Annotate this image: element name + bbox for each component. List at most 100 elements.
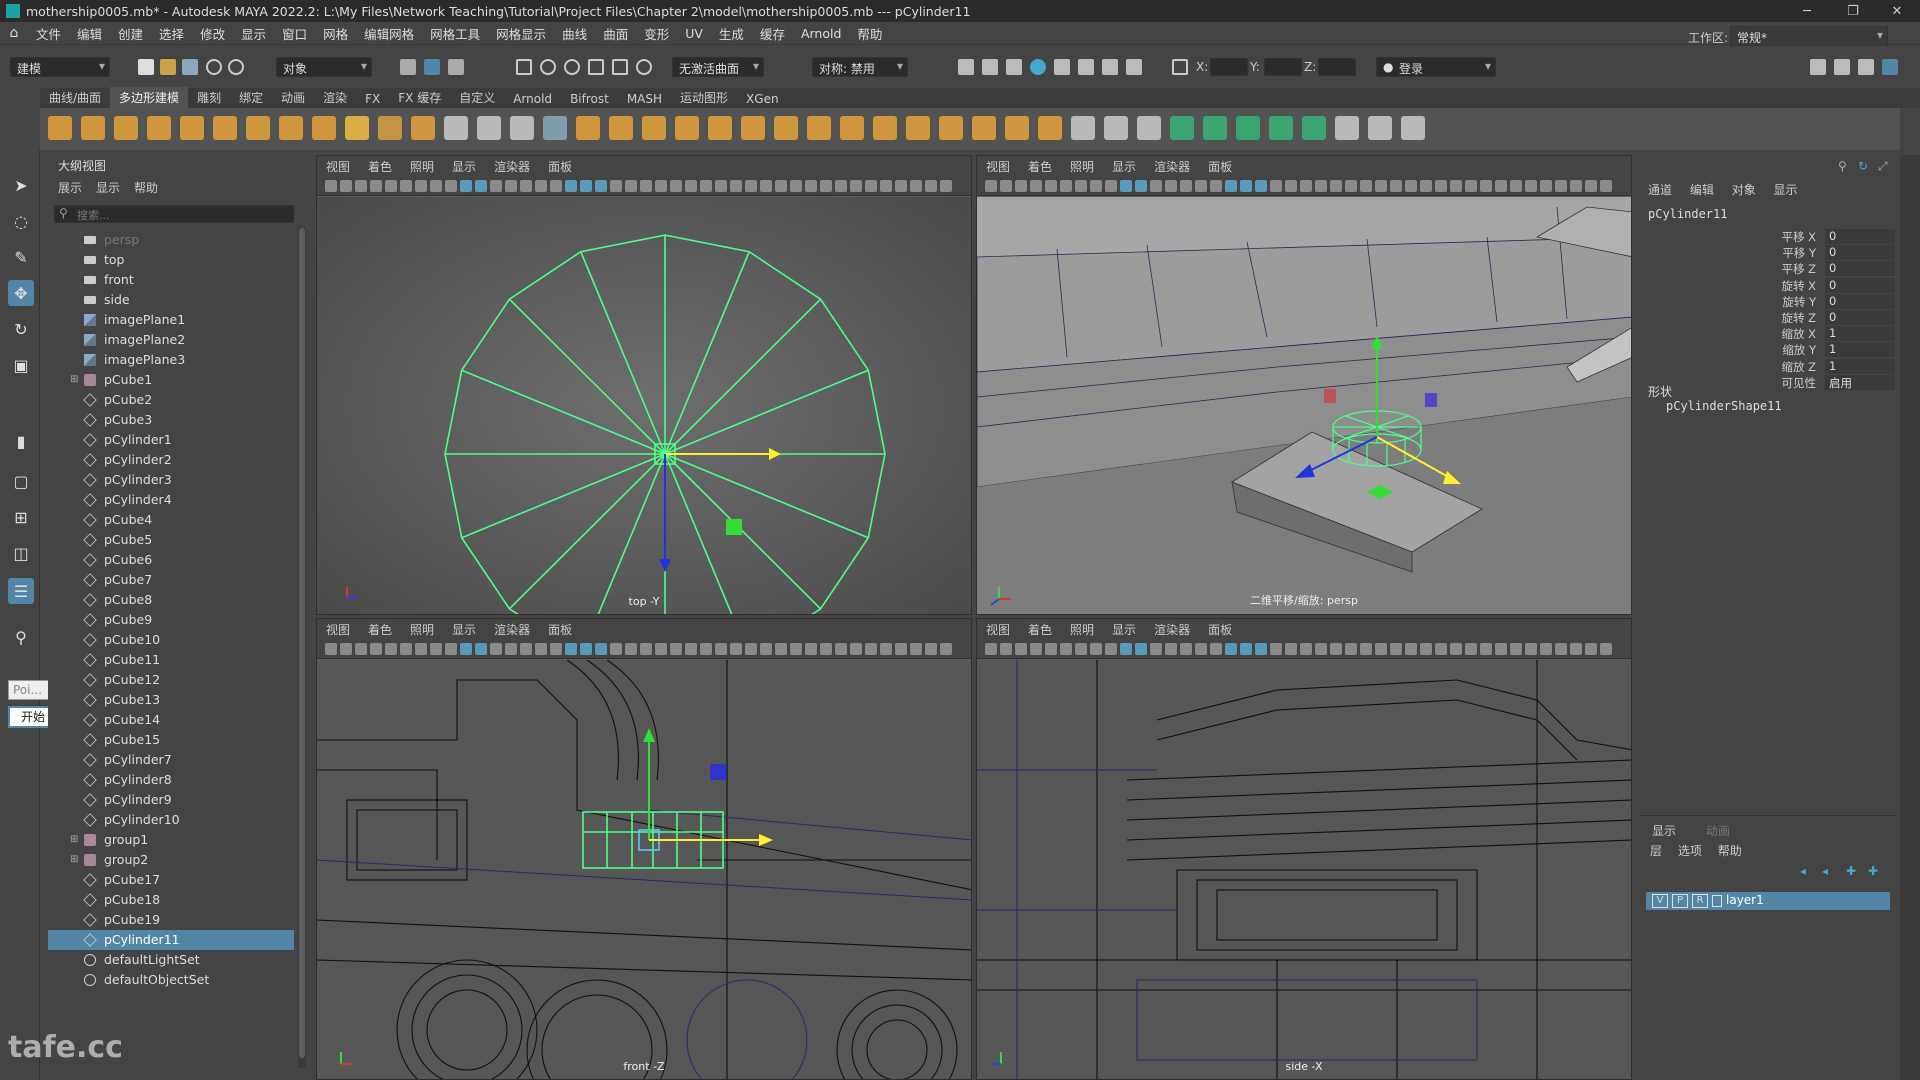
outliner-item[interactable]: ⊞ group1: [48, 830, 294, 850]
redo-icon[interactable]: [228, 59, 244, 75]
four-view-layout-icon[interactable]: ⊞: [8, 504, 34, 530]
snap-view-plane-icon[interactable]: [588, 59, 604, 75]
layer-color-icon[interactable]: [1712, 895, 1722, 907]
viewport-tool-icon[interactable]: [1210, 643, 1222, 655]
home-icon[interactable]: ⌂: [0, 25, 28, 41]
viewport-tool-icon[interactable]: [730, 643, 742, 655]
attribute-value[interactable]: 1: [1825, 342, 1895, 358]
viewport-tool-icon[interactable]: [1135, 180, 1147, 192]
viewport-tool-icon[interactable]: [460, 643, 472, 655]
viewport-tool-icon[interactable]: [835, 643, 847, 655]
shelf-tool-icon[interactable]: [807, 116, 831, 140]
viewport-tool-icon[interactable]: [1390, 180, 1402, 192]
shelf-tool-icon[interactable]: [477, 116, 501, 140]
shelf-tool-icon[interactable]: [444, 116, 468, 140]
outliner-item[interactable]: pCube14: [48, 710, 294, 730]
outliner-item[interactable]: front: [48, 270, 294, 290]
vp-menu-renderer[interactable]: 渲染器: [1145, 621, 1199, 638]
viewport-tool-icon[interactable]: [700, 643, 712, 655]
attribute-row[interactable]: 缩放 Z 1: [1640, 358, 1896, 375]
viewport-tool-icon[interactable]: [1345, 643, 1357, 655]
shelf-tool-icon[interactable]: [906, 116, 930, 140]
viewport-tool-icon[interactable]: [1120, 643, 1132, 655]
outliner-item[interactable]: pCylinder4: [48, 490, 294, 510]
menu-item-8[interactable]: 编辑网格: [356, 24, 422, 43]
expand-icon[interactable]: ⊞: [70, 830, 78, 850]
snap-surface-icon[interactable]: [636, 59, 652, 75]
vp-menu-lighting[interactable]: 照明: [401, 621, 443, 638]
channel-box-icon[interactable]: [1882, 59, 1898, 75]
menu-set-dropdown[interactable]: 建模: [10, 57, 110, 77]
graph-icon[interactable]: ▮: [8, 428, 34, 454]
menu-item-7[interactable]: 网格: [315, 24, 356, 43]
viewport-tool-icon[interactable]: [1240, 180, 1252, 192]
menu-item-11[interactable]: 曲线: [554, 24, 595, 43]
viewport-tool-icon[interactable]: [385, 643, 397, 655]
viewport-tool-icon[interactable]: [1360, 180, 1372, 192]
shelf-tool-icon[interactable]: [741, 116, 765, 140]
snap-grid-icon[interactable]: [516, 59, 532, 75]
viewport-tool-icon[interactable]: [835, 180, 847, 192]
cb-menu-edit[interactable]: 编辑: [1690, 183, 1714, 197]
save-scene-icon[interactable]: [182, 59, 198, 75]
shelf-tab-0[interactable]: 曲线/曲面: [40, 87, 110, 108]
attribute-row[interactable]: 旋转 X 0: [1640, 277, 1896, 294]
front-view-canvas[interactable]: [317, 660, 972, 1080]
menu-item-4[interactable]: 修改: [192, 24, 233, 43]
outliner-item[interactable]: pCube2: [48, 390, 294, 410]
viewport-tool-icon[interactable]: [625, 643, 637, 655]
viewport-tool-icon[interactable]: [520, 180, 532, 192]
shelf-tab-7[interactable]: FX 缓存: [389, 87, 450, 108]
viewport-tool-icon[interactable]: [1015, 643, 1027, 655]
menu-item-1[interactable]: 编辑: [69, 24, 110, 43]
render-settings-icon[interactable]: [1030, 59, 1046, 75]
undo-icon[interactable]: [206, 59, 222, 75]
viewport-tool-icon[interactable]: [430, 643, 442, 655]
attribute-editor-icon[interactable]: [1834, 59, 1850, 75]
transform-mode-icon[interactable]: [1172, 59, 1188, 75]
select-hierarchy-icon[interactable]: [400, 59, 416, 75]
shelf-tab-6[interactable]: FX: [356, 90, 389, 108]
vp-menu-shading[interactable]: 着色: [1019, 621, 1061, 638]
modeling-toolkit-icon[interactable]: [1810, 59, 1826, 75]
shape-node-name[interactable]: pCylinderShape11: [1666, 399, 1782, 413]
viewport-tool-icon[interactable]: [745, 643, 757, 655]
viewport-tool-icon[interactable]: [700, 180, 712, 192]
viewport-tool-icon[interactable]: [790, 180, 802, 192]
viewport-tool-icon[interactable]: [1315, 643, 1327, 655]
viewport-tool-icon[interactable]: [1540, 180, 1552, 192]
menu-item-0[interactable]: 文件: [28, 24, 69, 43]
menu-item-3[interactable]: 选择: [151, 24, 192, 43]
shelf-tool-icon[interactable]: [1236, 116, 1260, 140]
viewport-tool-icon[interactable]: [1060, 180, 1072, 192]
menu-item-2[interactable]: 创建: [110, 24, 151, 43]
viewport-tool-icon[interactable]: [925, 180, 937, 192]
viewport-tool-icon[interactable]: [1165, 643, 1177, 655]
symmetry-dropdown[interactable]: 对称: 禁用: [812, 57, 908, 77]
viewport-tool-icon[interactable]: [355, 643, 367, 655]
viewport-tool-icon[interactable]: [775, 180, 787, 192]
shelf-tool-icon[interactable]: [1038, 116, 1062, 140]
viewport-tool-icon[interactable]: [1525, 643, 1537, 655]
shelf-tool-icon[interactable]: [1401, 116, 1425, 140]
viewport-tool-icon[interactable]: [1360, 643, 1372, 655]
shelf-tool-icon[interactable]: [1137, 116, 1161, 140]
rotate-tool-icon[interactable]: ↻: [8, 316, 34, 342]
viewport-tool-icon[interactable]: [850, 643, 862, 655]
outliner-item[interactable]: persp: [48, 230, 294, 250]
outliner-item[interactable]: pCube11: [48, 650, 294, 670]
viewport-tool-icon[interactable]: [535, 643, 547, 655]
outliner-item[interactable]: side: [48, 290, 294, 310]
attribute-value[interactable]: 1: [1825, 326, 1895, 342]
layer-menu-layers[interactable]: 层: [1650, 844, 1662, 858]
viewport-side[interactable]: 视图 着色 照明 显示 渲染器 面板 side -X: [976, 618, 1632, 1080]
viewport-tool-icon[interactable]: [565, 643, 577, 655]
vp-menu-show[interactable]: 显示: [1103, 158, 1145, 175]
select-tool-icon[interactable]: ➤: [8, 172, 34, 198]
persp-view-canvas[interactable]: [977, 197, 1632, 615]
outliner-menu-display[interactable]: 显示: [96, 179, 120, 196]
render-sequence-icon[interactable]: [982, 59, 998, 75]
viewport-tool-icon[interactable]: [640, 180, 652, 192]
shelf-tab-8[interactable]: 自定义: [450, 87, 504, 108]
render-setup-icon[interactable]: [1078, 59, 1094, 75]
